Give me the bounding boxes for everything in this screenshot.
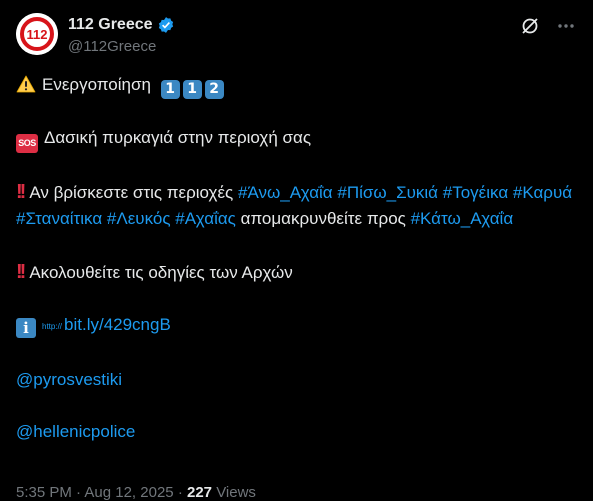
- handle[interactable]: @112Greece: [68, 38, 175, 55]
- post-header: 112 112 Greece @112Greece: [16, 13, 577, 59]
- avatar[interactable]: 112: [16, 13, 58, 55]
- keycap-digit-2: 1: [182, 79, 202, 99]
- hashtag-karya[interactable]: #Καρυά: [513, 183, 572, 202]
- url-prefix: http://: [42, 322, 63, 331]
- views-label: Views: [216, 484, 256, 501]
- views-count: 227: [186, 484, 213, 501]
- fire-text: Δασική πυρκαγιά στην περιοχή σας: [44, 127, 312, 147]
- verified-badge-icon[interactable]: [157, 16, 175, 34]
- information-icon: i: [16, 318, 36, 339]
- short-url-link[interactable]: http://bit.ly/429cngB: [42, 315, 171, 334]
- avatar-logo-text: 112: [27, 27, 48, 42]
- mention-line-2: @hellenicpolice: [16, 419, 576, 446]
- instructions-line: !! Ακολουθείτε τις οδηγίες των Αρχών: [16, 259, 576, 287]
- grok-icon[interactable]: [519, 15, 541, 37]
- sos-icon: SOS: [16, 133, 38, 153]
- mention-line-1: @pyrosvestiki: [16, 367, 576, 394]
- post-meta: 5:35 PM · Aug 12, 2025 · 227 Views: [16, 484, 256, 501]
- warning-icon: [16, 75, 36, 93]
- hashtag-achaias[interactable]: #Αχαΐας: [175, 209, 236, 228]
- link-line: i http://bit.ly/429cngB: [16, 312, 576, 341]
- post-date[interactable]: Aug 12, 2025: [84, 484, 173, 501]
- evacuation-prefix: Αν βρίσκεστε στις περιοχές: [29, 182, 234, 202]
- mention-pyrosvestiki[interactable]: @pyrosvestiki: [16, 370, 122, 389]
- double-exclamation-icon: !!: [16, 180, 26, 203]
- evacuation-verb: απομακρυνθείτε: [240, 209, 363, 228]
- hashtag-togeika[interactable]: #Τογέικα: [443, 183, 508, 202]
- hashtag-stanaitika[interactable]: #Σταναίτικα: [16, 209, 102, 228]
- meta-separator: ·: [76, 484, 82, 501]
- hashtag-ano-achaia[interactable]: #Άνω_Αχαΐα: [238, 183, 333, 202]
- keycap-digit-3: 2: [204, 79, 224, 99]
- hashtag-piso-sykia[interactable]: #Πίσω_Συκιά: [337, 183, 438, 202]
- double-exclamation-icon: !!: [16, 260, 26, 283]
- activation-text: Ενεργοποίηση: [42, 75, 151, 94]
- fire-line: SOS Δασική πυρκαγιά στην περιοχή σας: [16, 125, 576, 153]
- mention-hellenicpolice[interactable]: @hellenicpolice: [16, 422, 135, 441]
- meta-separator: ·: [177, 484, 183, 501]
- evacuation-paragraph: !! Αν βρίσκεστε στις περιοχές #Άνω_Αχαΐα …: [16, 179, 576, 233]
- evacuation-pros: προς: [366, 209, 406, 228]
- hashtag-lefkos[interactable]: #Λευκός: [107, 209, 171, 228]
- activation-line: Ενεργοποίηση 112: [16, 72, 576, 99]
- keycap-digit-1: 1: [160, 79, 180, 99]
- instructions-text: Ακολουθείτε τις οδηγίες των Αρχών: [29, 262, 293, 282]
- more-icon[interactable]: [555, 15, 577, 37]
- post-time[interactable]: 5:35 PM: [16, 484, 72, 501]
- post-text: Ενεργοποίηση 112 SOS Δασική πυρκαγιά στην…: [16, 72, 576, 446]
- display-name[interactable]: 112 Greece: [68, 16, 153, 34]
- url-text: bit.ly/429cngB: [64, 315, 171, 334]
- hashtag-kato-achaia[interactable]: #Κάτω_Αχαΐα: [411, 209, 514, 228]
